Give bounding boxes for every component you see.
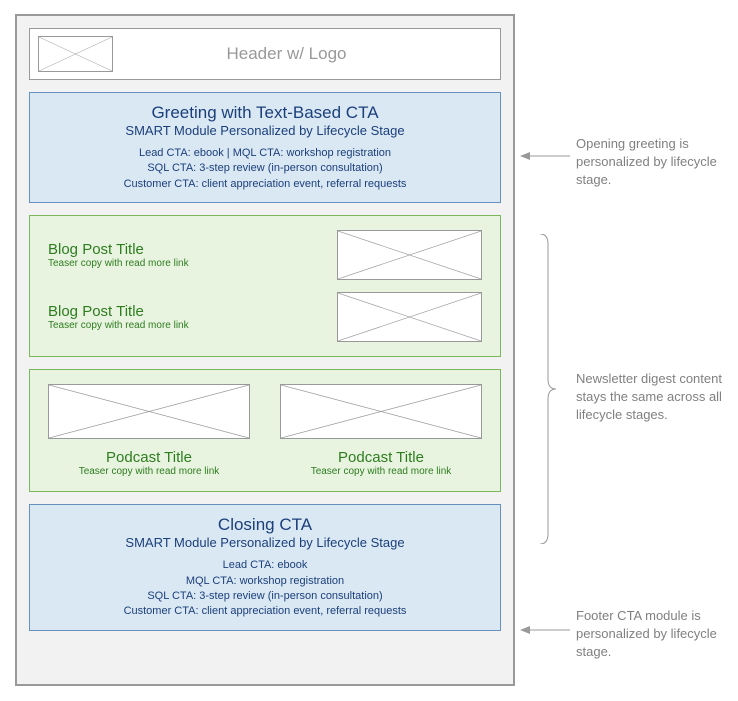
podcast-col: Podcast Title Teaser copy with read more… bbox=[280, 384, 482, 477]
header-module: Header w/ Logo bbox=[29, 28, 501, 80]
annotation-text: Opening greeting is personalized by life… bbox=[576, 135, 726, 190]
blog-module: Blog Post Title Teaser copy with read mo… bbox=[29, 215, 501, 357]
blog-title: Blog Post Title bbox=[48, 241, 337, 258]
bracket-icon bbox=[540, 234, 556, 544]
closing-line: Customer CTA: client appreciation event,… bbox=[46, 604, 484, 619]
closing-module: Closing CTA SMART Module Personalized by… bbox=[29, 504, 501, 631]
podcast-teaser: Teaser copy with read more link bbox=[280, 466, 482, 477]
closing-line: Lead CTA: ebook bbox=[46, 558, 484, 573]
annotation-text: Newsletter digest content stays the same… bbox=[576, 370, 726, 425]
blog-row: Blog Post Title Teaser copy with read mo… bbox=[48, 292, 482, 342]
greeting-line: Customer CTA: client appreciation event,… bbox=[46, 177, 484, 192]
greeting-line: Lead CTA: ebook | MQL CTA: workshop regi… bbox=[46, 146, 484, 161]
arrow-icon bbox=[520, 148, 570, 166]
greeting-title: Greeting with Text-Based CTA bbox=[46, 103, 484, 123]
wireframe-container: Header w/ Logo Greeting with Text-Based … bbox=[15, 14, 515, 686]
annotation-text: Footer CTA module is personalized by lif… bbox=[576, 607, 726, 662]
blog-teaser: Teaser copy with read more link bbox=[48, 258, 337, 269]
arrow-icon bbox=[520, 622, 570, 640]
podcast-teaser: Teaser copy with read more link bbox=[48, 466, 250, 477]
closing-line: MQL CTA: workshop registration bbox=[46, 574, 484, 589]
closing-line: SQL CTA: 3-step review (in-person consul… bbox=[46, 589, 484, 604]
blog-teaser: Teaser copy with read more link bbox=[48, 320, 337, 331]
image-placeholder bbox=[48, 384, 250, 439]
podcast-title: Podcast Title bbox=[280, 449, 482, 466]
header-text: Header w/ Logo bbox=[113, 44, 500, 64]
podcast-title: Podcast Title bbox=[48, 449, 250, 466]
logo-placeholder bbox=[38, 36, 113, 72]
blog-title: Blog Post Title bbox=[48, 303, 337, 320]
image-placeholder bbox=[280, 384, 482, 439]
greeting-line: SQL CTA: 3-step review (in-person consul… bbox=[46, 161, 484, 176]
podcast-col: Podcast Title Teaser copy with read more… bbox=[48, 384, 250, 477]
greeting-module: Greeting with Text-Based CTA SMART Modul… bbox=[29, 92, 501, 203]
image-placeholder bbox=[337, 230, 482, 280]
podcast-module: Podcast Title Teaser copy with read more… bbox=[29, 369, 501, 492]
closing-title: Closing CTA bbox=[46, 515, 484, 535]
image-placeholder bbox=[337, 292, 482, 342]
closing-subtitle: SMART Module Personalized by Lifecycle S… bbox=[46, 535, 484, 550]
blog-row: Blog Post Title Teaser copy with read mo… bbox=[48, 230, 482, 280]
greeting-subtitle: SMART Module Personalized by Lifecycle S… bbox=[46, 123, 484, 138]
